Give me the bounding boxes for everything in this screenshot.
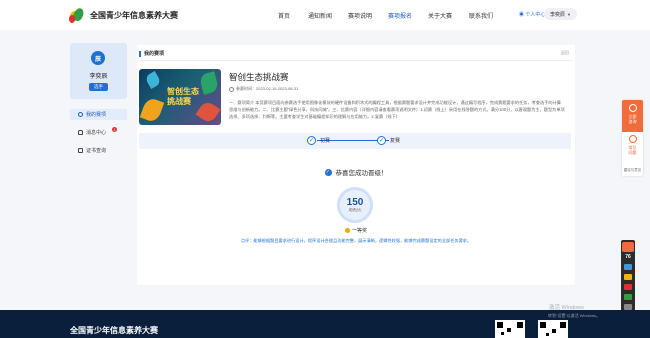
sidebar-item-label: 证书查询 [86,148,107,154]
certificate-icon [78,148,83,153]
windows-activation-hint: 转到“设置”以激活 Windows。 [548,313,601,318]
score-label: 成绩(分) [348,208,362,212]
sidebar-item-label: 消息中心 [86,130,107,136]
nav-contact[interactable]: 联系我们 [469,11,493,20]
banner-text-line1: 智创生态 [167,87,199,96]
footer-title: 全国青少年信息素养大赛 [70,326,158,335]
award-level: 一等奖 [137,227,575,234]
award-text: 一等奖 [351,228,367,234]
banner-text: 智创生态 挑战赛 [167,87,199,107]
nav-about[interactable]: 关于大赛 [428,11,452,20]
role-badge: 选手 [89,83,108,91]
profile-card: 辰 李奕辰 选手 [70,43,127,99]
divider [139,60,573,61]
nav-events[interactable]: 赛项说明 [348,11,372,20]
section-title-text: 我的赛项 [144,51,165,57]
target-icon [78,112,83,117]
widget-logo-icon[interactable] [622,242,634,252]
profile-name: 李奕辰 [89,74,108,80]
sidebar-item-messages[interactable]: 消息中心 1 [70,127,127,138]
promotion-message: ✓ 恭喜您成功晋级！ [137,167,575,177]
consult-button[interactable]: 立即 咨询 [622,100,643,132]
step-label: 复赛 [390,138,401,144]
faq-button[interactable]: 常见 问题 [622,135,643,155]
feedback-link[interactable]: 建议与意见 [622,168,643,173]
evaluation-text: 点评：能够根据题目要求进行设计，程序设计合理且功能完整，展示清晰，逻辑性较强，能… [240,238,472,243]
sidebar-item-certificates[interactable]: 证书查询 [70,145,127,156]
score-value: 150 [346,197,364,208]
widget-app-icon[interactable] [624,274,632,280]
user-center-link[interactable]: ◉ 个人中心 [519,11,545,18]
avatar[interactable]: 辰 [91,51,105,65]
qr-code-icon [538,320,568,338]
clock-icon [229,86,234,92]
chat-icon [628,104,637,112]
section-title: 我的赛项 [139,50,164,57]
step-preliminary: ✓ 初赛 [307,136,330,145]
success-icon: ✓ [324,168,332,176]
nav-home[interactable]: 首页 [278,11,290,20]
widget-app-icon[interactable] [624,284,632,290]
sidebar-item-label: 我的赛项 [86,112,107,118]
consult-label-2: 咨询 [628,119,637,124]
main-panel: 我的赛项 返回 智创生态 挑战赛 智创生态挑战赛 参赛时间：2023-02-15… [137,45,575,285]
floating-toolbar: 立即 咨询 常见 问题 建议与意见 [622,100,643,176]
unread-badge: 1 [112,127,117,132]
back-button[interactable]: 返回 [561,50,569,56]
widget-app-icon[interactable] [624,294,632,300]
check-icon: ✓ [307,136,316,145]
bell-icon [78,130,83,135]
medal-icon [344,228,350,233]
widget-number: 76 [625,254,631,260]
event-title[interactable]: 智创生态挑战赛 [229,71,289,83]
congrats-text: 恭喜您成功晋级！ [335,170,388,177]
event-time-text: 参赛时间：2023-02-15-2023-08-31 [236,86,299,91]
question-icon [628,135,637,143]
qr-code-icon [495,320,525,338]
user-center-label: 个人中心 [525,12,546,18]
faq-label-2: 问题 [628,150,637,155]
windows-activation-watermark: 激活 Windows [549,305,584,311]
event-banner-image: 智创生态 挑战赛 [139,69,221,125]
check-icon: ✓ [377,136,386,145]
widget-app-icon[interactable] [624,264,632,270]
sidebar: 辰 李奕辰 选手 我的赛项 消息中心 1 证书查询 [70,43,129,173]
user-menu-button[interactable]: 李奕辰 ▼ [544,8,577,20]
nav-registration[interactable]: 赛项报名 [388,11,412,20]
chevron-down-icon: ▼ [567,11,571,17]
site-title[interactable]: 全国青少年信息素养大赛 [90,10,178,21]
top-header: 全国青少年信息素养大赛 首页 通知新闻 赛项说明 赛项报名 关于大赛 联系我们 … [0,0,650,30]
user-name: 李奕辰 [550,11,566,18]
step-semifinal: ✓ 复赛 [377,136,400,145]
event-description: 一、赛项简介 本竞赛项目面向参赛选手使用图像化模块的硬件设备和积木式的编程工具，… [229,100,565,119]
step-label: 初赛 [320,138,331,144]
site-logo-icon[interactable] [68,6,86,25]
event-time: 参赛时间：2023-02-15-2023-08-31 [229,86,298,92]
score-ring: 150 成绩(分) [337,187,373,223]
title-accent-bar [139,50,141,57]
banner-text-line2: 挑战赛 [167,97,191,106]
nav-news[interactable]: 通知新闻 [308,11,332,20]
progress-steps: ✓ 初赛 ✓ 复赛 [139,133,571,149]
sidebar-item-my-events[interactable]: 我的赛项 [70,109,127,120]
